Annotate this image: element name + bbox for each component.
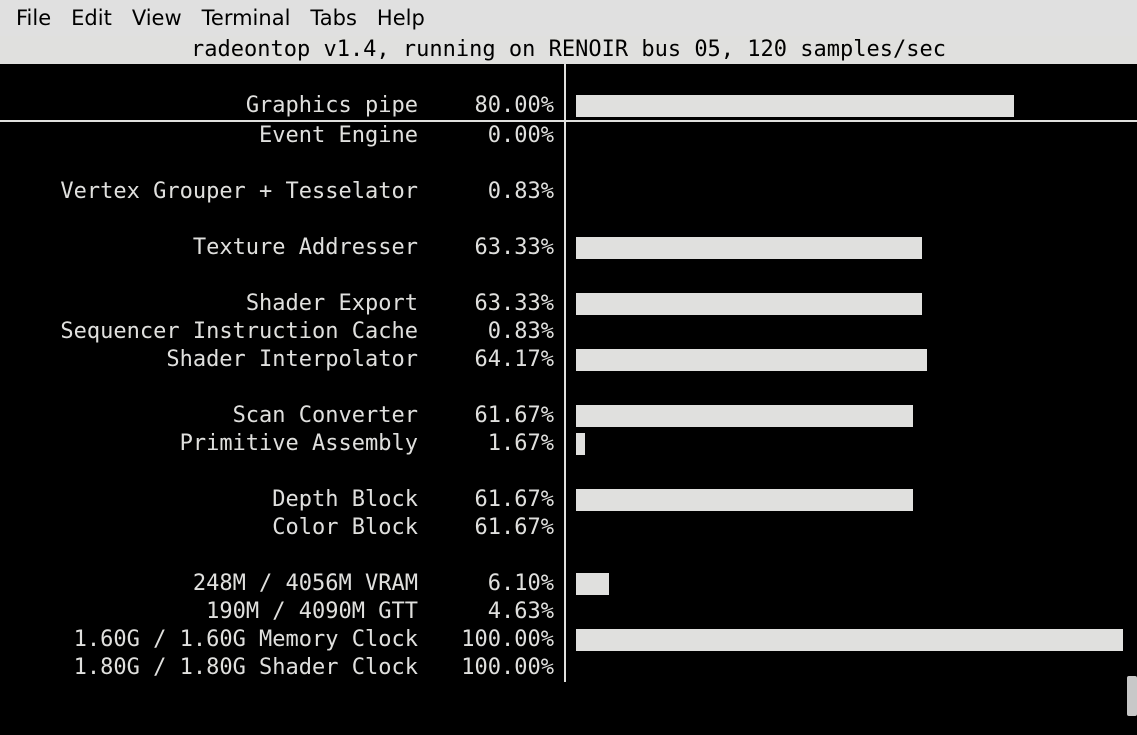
metric-row: Vertex Grouper + Tesselator0.83%: [0, 178, 1137, 206]
metric-bar-cell: [566, 514, 1137, 542]
metric-label: Event Engine: [0, 122, 432, 150]
spacer-row: [0, 206, 1137, 234]
metric-bar-cell: [566, 346, 1137, 374]
metric-percent: 80.00%: [432, 92, 564, 120]
menu-view[interactable]: View: [124, 4, 190, 32]
scrollbar-thumb[interactable]: [1127, 676, 1137, 716]
spacer-row: [0, 262, 1137, 290]
menu-terminal[interactable]: Terminal: [194, 4, 299, 32]
metric-percent: 6.10%: [432, 570, 564, 598]
metric-percent: 100.00%: [432, 626, 564, 654]
metric-row: 1.80G / 1.80G Shader Clock100.00%: [0, 654, 1137, 682]
usage-bar: [576, 433, 585, 455]
app-title-line: radeontop v1.4, running on RENOIR bus 05…: [0, 36, 1137, 64]
metric-label: Sequencer Instruction Cache: [0, 318, 432, 346]
metric-bar-cell: [566, 402, 1137, 430]
usage-bar: [576, 405, 913, 427]
menu-edit[interactable]: Edit: [63, 4, 120, 32]
metric-percent: 61.67%: [432, 514, 564, 542]
usage-bar: [576, 237, 922, 259]
metric-percent: 0.00%: [432, 122, 564, 150]
menubar: File Edit View Terminal Tabs Help: [0, 0, 1137, 36]
metric-label: 1.80G / 1.80G Shader Clock: [0, 654, 432, 682]
metric-row: Event Engine0.00%: [0, 122, 1137, 150]
usage-bar: [576, 95, 1014, 117]
metric-percent: 61.67%: [432, 402, 564, 430]
metric-percent: 63.33%: [432, 234, 564, 262]
usage-bar: [576, 573, 609, 595]
spacer-row: [0, 64, 1137, 92]
spacer-row: [0, 150, 1137, 178]
metric-bar-cell: [566, 598, 1137, 626]
metric-row: Graphics pipe80.00%: [0, 92, 1137, 120]
usage-bar: [576, 629, 1123, 651]
metric-bar-cell: [566, 486, 1137, 514]
metric-bar-cell: [566, 654, 1137, 682]
metric-row: Depth Block61.67%: [0, 486, 1137, 514]
metric-percent: 4.63%: [432, 598, 564, 626]
metric-percent: 100.00%: [432, 654, 564, 682]
metrics-list: Graphics pipe80.00%Event Engine0.00%Vert…: [0, 64, 1137, 682]
metric-label: 248M / 4056M VRAM: [0, 570, 432, 598]
metric-percent: 63.33%: [432, 290, 564, 318]
metric-row: 1.60G / 1.60G Memory Clock100.00%: [0, 626, 1137, 654]
metric-row: Texture Addresser63.33%: [0, 234, 1137, 262]
metric-percent: 0.83%: [432, 178, 564, 206]
metric-bar-cell: [566, 290, 1137, 318]
metric-percent: 61.67%: [432, 486, 564, 514]
metric-label: Graphics pipe: [0, 92, 432, 120]
metric-row: 190M / 4090M GTT4.63%: [0, 598, 1137, 626]
metric-row: Color Block61.67%: [0, 514, 1137, 542]
metric-label: Shader Export: [0, 290, 432, 318]
metric-bar-cell: [566, 430, 1137, 458]
menu-tabs[interactable]: Tabs: [302, 4, 365, 32]
metric-bar-cell: [566, 122, 1137, 150]
metric-row: Scan Converter61.67%: [0, 402, 1137, 430]
usage-bar: [576, 489, 913, 511]
metric-bar-cell: [566, 234, 1137, 262]
metric-row: 248M / 4056M VRAM6.10%: [0, 570, 1137, 598]
metric-bar-cell: [566, 92, 1137, 120]
metric-percent: 64.17%: [432, 346, 564, 374]
spacer-row: [0, 542, 1137, 570]
metric-bar-cell: [566, 626, 1137, 654]
metric-label: Shader Interpolator: [0, 346, 432, 374]
metric-label: 1.60G / 1.60G Memory Clock: [0, 626, 432, 654]
metric-row: Shader Interpolator64.17%: [0, 346, 1137, 374]
metric-percent: 1.67%: [432, 430, 564, 458]
spacer-row: [0, 458, 1137, 486]
metric-label: Texture Addresser: [0, 234, 432, 262]
metric-label: Vertex Grouper + Tesselator: [0, 178, 432, 206]
metric-row: Sequencer Instruction Cache0.83%: [0, 318, 1137, 346]
menu-help[interactable]: Help: [369, 4, 433, 32]
usage-bar: [576, 293, 922, 315]
metric-bar-cell: [566, 570, 1137, 598]
metric-row: Shader Export63.33%: [0, 290, 1137, 318]
metric-label: 190M / 4090M GTT: [0, 598, 432, 626]
terminal-output: radeontop v1.4, running on RENOIR bus 05…: [0, 36, 1137, 682]
metric-row: Primitive Assembly1.67%: [0, 430, 1137, 458]
metric-label: Color Block: [0, 514, 432, 542]
metric-label: Scan Converter: [0, 402, 432, 430]
metric-label: Depth Block: [0, 486, 432, 514]
menu-file[interactable]: File: [8, 4, 59, 32]
metric-label: Primitive Assembly: [0, 430, 432, 458]
spacer-row: [0, 374, 1137, 402]
metric-percent: 0.83%: [432, 318, 564, 346]
metric-bar-cell: [566, 318, 1137, 346]
scrollbar[interactable]: [1125, 36, 1137, 682]
metric-bar-cell: [566, 178, 1137, 206]
usage-bar: [576, 349, 927, 371]
